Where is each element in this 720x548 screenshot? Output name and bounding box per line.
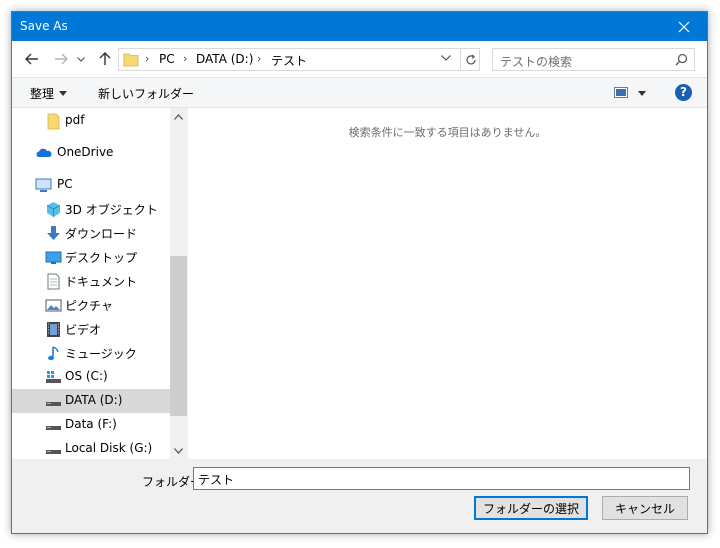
arrow-left-icon [25,53,38,65]
breadcrumb-separator: › [257,52,262,65]
os-drive-icon [46,371,61,383]
view-options-icon[interactable] [614,87,628,98]
nav-item-videos[interactable]: ビデオ [12,317,170,341]
videos-icon [47,322,60,337]
back-button[interactable] [21,49,43,69]
breadcrumb-drive[interactable]: DATA (D:) [196,52,253,66]
address-bar[interactable]: › PC › DATA (D:) › テスト [118,48,480,71]
folder-icon [123,53,139,67]
nav-item-label: デスクトップ [65,251,138,265]
title-bar: Save As [12,12,707,41]
arrow-up-icon [99,52,111,65]
new-folder-button[interactable]: 新しいフォルダー [98,85,194,102]
nav-item-documents[interactable]: ドキュメント [12,269,170,293]
save-as-dialog: Save As › PC › DATA (D:) › テスト テストの検索 整理… [11,11,708,534]
scroll-down-button[interactable] [170,442,187,459]
search-box[interactable]: テストの検索 [492,48,695,71]
nav-item-label: DATA (D:) [65,393,123,407]
nav-item-label: ドキュメント [65,275,138,289]
cancel-button[interactable]: キャンセル [602,496,688,520]
nav-item-pdf[interactable]: pdf [12,109,170,133]
nav-item-desktop[interactable]: デスクトップ [12,245,170,269]
chevron-down-icon [77,56,85,62]
nav-item-os-drive[interactable]: OS (C:) [12,365,170,389]
window-title: Save As [20,19,68,33]
forward-button[interactable] [50,49,72,69]
view-menu-caret-icon[interactable] [638,91,646,96]
nav-item-pc[interactable]: PC [12,173,170,197]
scroll-thumb[interactable] [170,256,187,416]
3d-objects-icon [46,202,61,217]
nav-item-label: ダウンロード [65,227,138,241]
close-button[interactable] [661,12,707,41]
scroll-up-button[interactable] [170,108,187,125]
chevron-down-icon [174,447,183,454]
chevron-up-icon [174,113,183,120]
drive-icon [46,402,61,406]
drive-icon [46,426,61,430]
select-folder-button[interactable]: フォルダーの選択 [474,496,588,520]
command-bar: 整理 新しいフォルダー ? [12,77,707,108]
up-button[interactable] [94,49,116,69]
nav-item-3d-objects[interactable]: 3D オブジェクト [12,197,170,221]
navigation-bar: › PC › DATA (D:) › テスト テストの検索 [12,41,707,77]
nav-item-label: ピクチャ [65,299,113,313]
nav-item-label: ミュージック [65,347,137,361]
nav-item-label: pdf [65,113,85,127]
refresh-icon [465,54,476,64]
nav-item-label: OS (C:) [65,369,108,383]
folder-icon [47,113,60,130]
file-list-area[interactable]: 検索条件に一致する項目はありません。 [188,108,707,459]
documents-icon [47,273,60,290]
nav-item-label: 3D オブジェクト [65,203,158,217]
caret-down-icon [59,91,67,96]
arrow-right-icon [55,53,68,65]
chevron-down-icon[interactable] [441,55,451,61]
breadcrumb-separator: › [183,52,188,65]
dialog-footer: フォルダー: テスト フォルダーの選択 キャンセル [12,459,707,533]
close-icon [678,21,690,32]
nav-item-data-d[interactable]: DATA (D:) [12,389,170,413]
drive-icon [46,450,61,454]
organize-button[interactable]: 整理 [30,85,54,102]
nav-item-label: Data (F:) [65,417,117,431]
nav-item-label: OneDrive [57,145,114,159]
navigation-pane: pdf OneDrive PC 3D オブジェクト ダウンロード デスクトップ … [12,108,170,459]
nav-item-local-disk-g[interactable]: Local Disk (G:) [12,437,170,459]
nav-pane-scrollbar[interactable] [170,108,187,459]
nav-item-label: ビデオ [65,323,102,337]
pc-icon [35,178,52,192]
folder-name-input[interactable]: テスト [193,467,690,490]
onedrive-cloud-icon [36,148,52,157]
music-icon [48,346,59,361]
nav-item-label: PC [57,177,73,191]
breadcrumb-folder[interactable]: テスト [271,52,307,69]
search-placeholder: テストの検索 [500,55,573,69]
empty-folder-message: 検索条件に一致する項目はありません。 [348,126,547,139]
recent-locations-button[interactable] [74,49,88,69]
nav-item-data-f[interactable]: Data (F:) [12,413,170,437]
pictures-icon [45,299,62,312]
search-icon [675,53,688,66]
nav-item-pictures[interactable]: ピクチャ [12,293,170,317]
nav-item-music[interactable]: ミュージック [12,341,170,365]
nav-item-label: Local Disk (G:) [65,441,153,455]
download-icon [47,226,60,240]
nav-item-onedrive[interactable]: OneDrive [12,141,170,165]
nav-item-downloads[interactable]: ダウンロード [12,221,170,245]
breadcrumb-pc[interactable]: PC [159,52,175,66]
breadcrumb-separator: › [145,52,150,65]
refresh-button[interactable] [460,49,480,70]
help-button[interactable]: ? [675,84,692,101]
desktop-icon [45,251,62,264]
